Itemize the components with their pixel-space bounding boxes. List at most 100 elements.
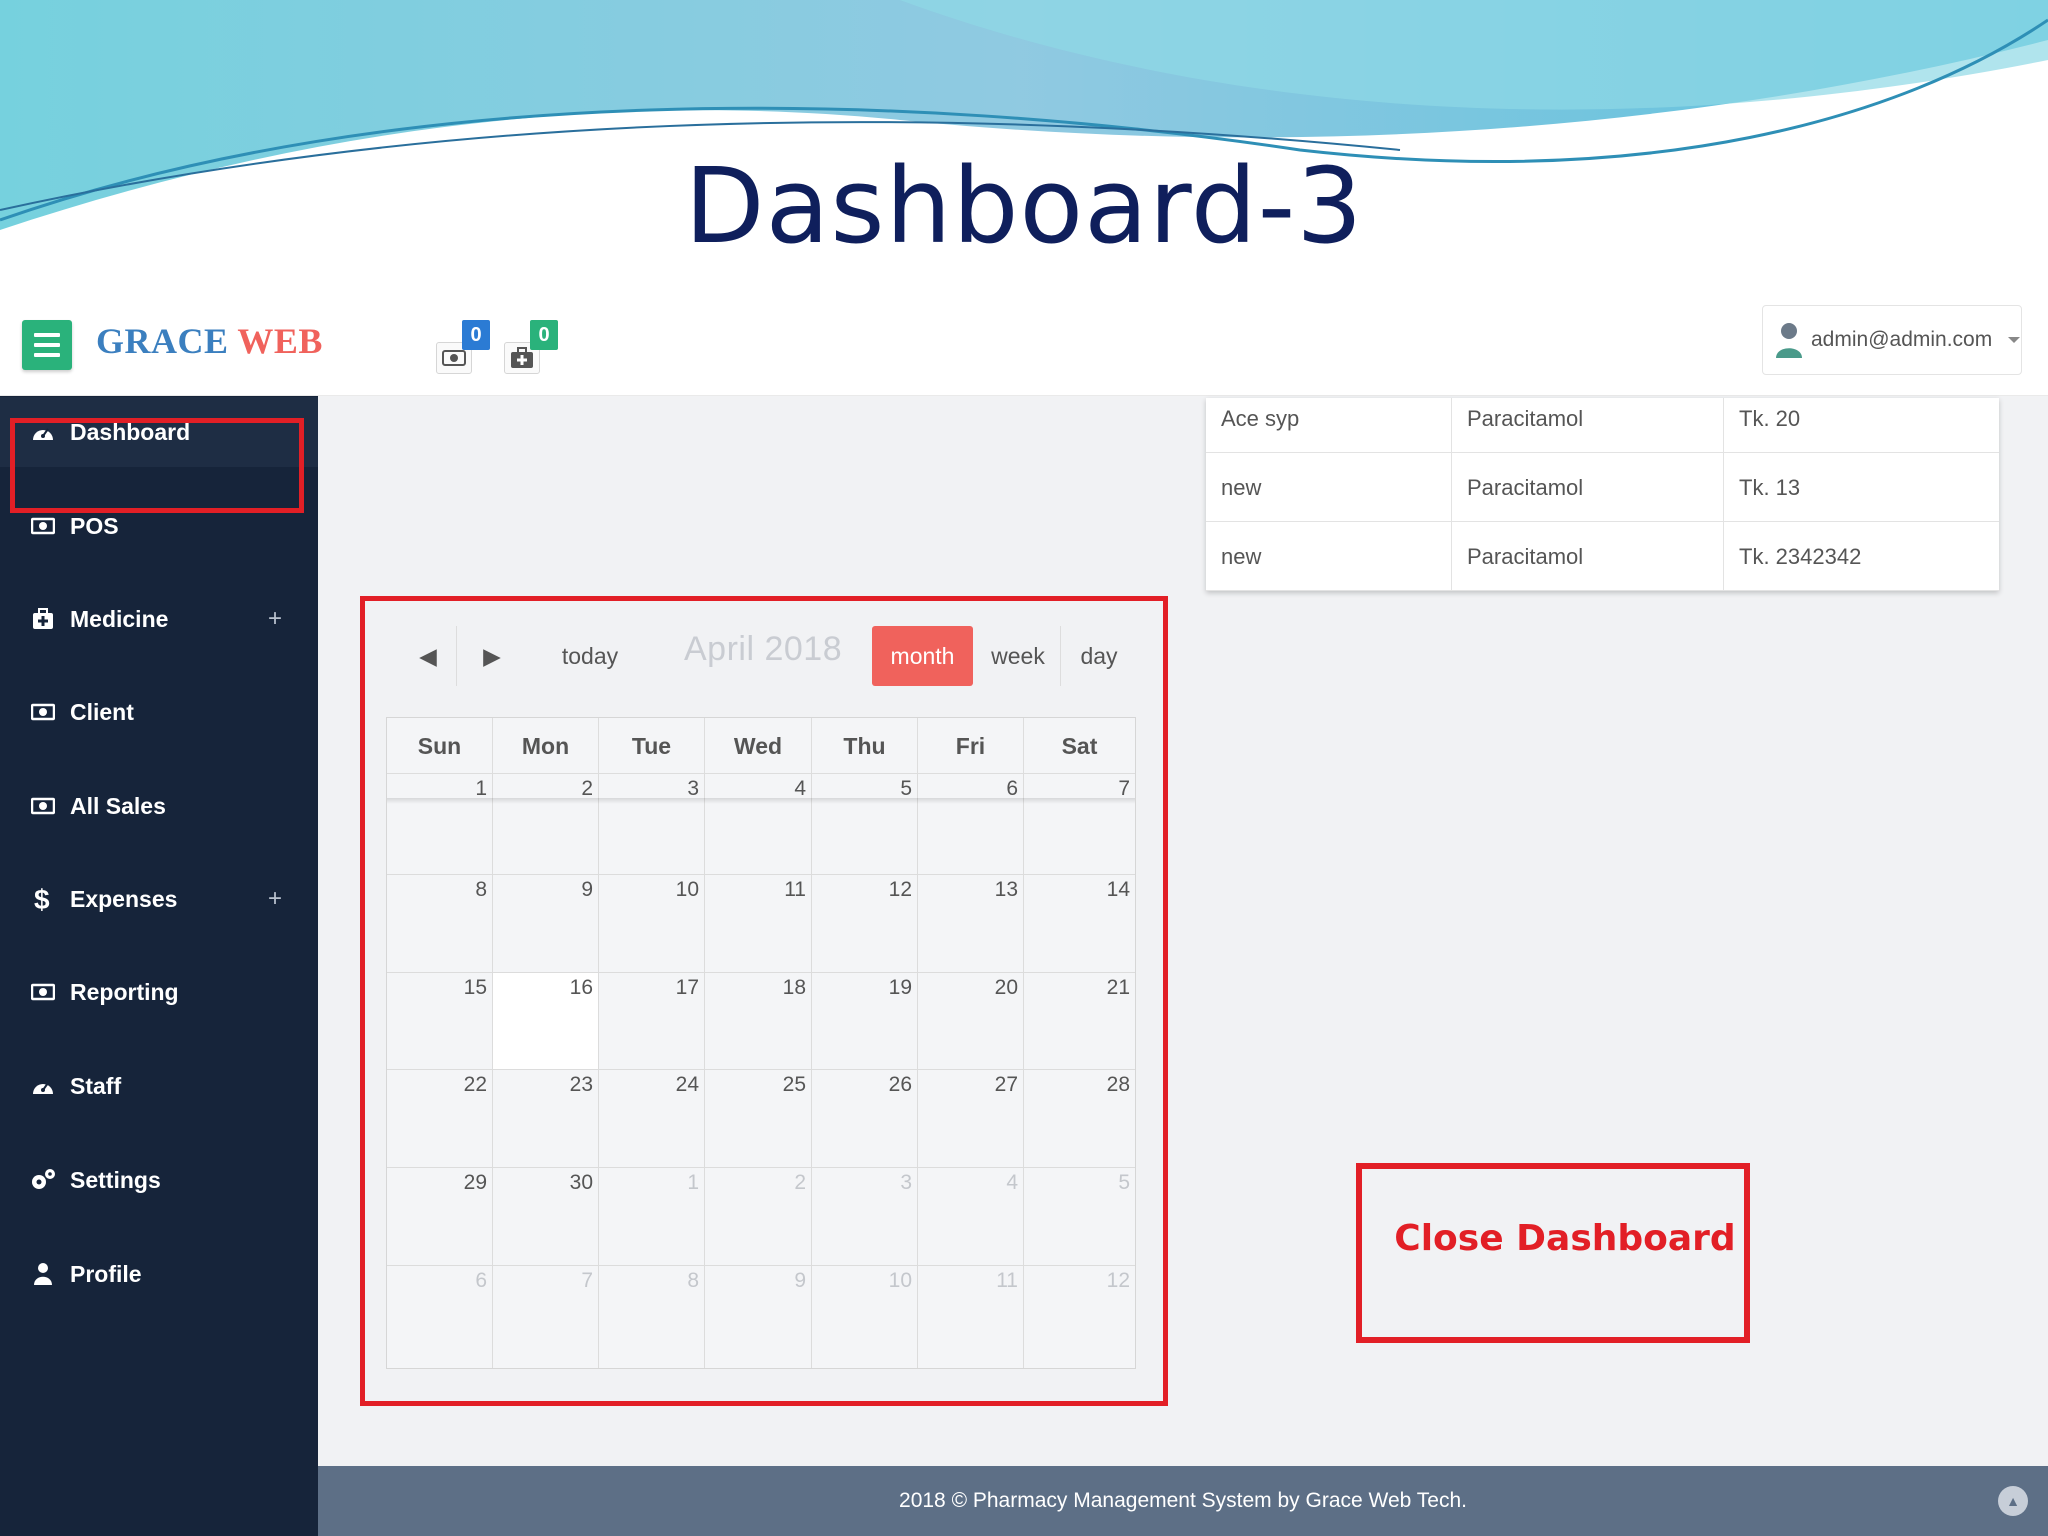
sidebar-item-label: Reporting bbox=[70, 978, 179, 1005]
calendar-day-cell[interactable]: 22 bbox=[387, 1070, 493, 1168]
calendar-day-cell[interactable]: 7 bbox=[493, 1266, 599, 1368]
day-header-thu: Thu bbox=[812, 718, 918, 774]
calendar-day-cell[interactable]: 9 bbox=[493, 875, 599, 973]
calendar-day-cell[interactable]: 24 bbox=[599, 1070, 705, 1168]
day-number: 25 bbox=[782, 1073, 806, 1096]
calendar-grid: Sun Mon Tue Wed Thu Fri Sat 1 2 3 4 5 6 7 8 9 10 11 12 13 14… bbox=[386, 717, 1136, 1369]
calendar-day-cell[interactable]: 16 bbox=[493, 973, 599, 1070]
sidebar-item-staff[interactable]: Staff bbox=[0, 1051, 318, 1121]
calendar-day-cell[interactable]: 17 bbox=[599, 973, 705, 1070]
calendar-day-cell[interactable]: 20 bbox=[918, 973, 1024, 1070]
sidebar-item-profile[interactable]: Profile bbox=[0, 1239, 318, 1309]
gears-icon bbox=[30, 1167, 56, 1193]
user-email: admin@admin.com bbox=[1811, 328, 1993, 351]
sidebar-item-label: POS bbox=[70, 512, 119, 539]
expand-icon[interactable]: + bbox=[268, 605, 282, 633]
sidebar-item-label: Profile bbox=[70, 1260, 142, 1287]
generic-name-cell: Paracitamol bbox=[1452, 453, 1724, 522]
table-row: Ace syp Paracitamol Tk. 20 bbox=[1206, 398, 1999, 453]
calendar-day-cell[interactable]: 15 bbox=[387, 973, 493, 1070]
calendar-day-cell[interactable]: 6 bbox=[918, 774, 1024, 875]
day-number: 23 bbox=[569, 1073, 593, 1096]
day-number: 5 bbox=[1118, 1171, 1130, 1194]
sidebar-item-label: Settings bbox=[70, 1166, 161, 1193]
day-number: 26 bbox=[888, 1073, 912, 1096]
sidebar-item-reporting[interactable]: Reporting bbox=[0, 957, 318, 1027]
day-number: 30 bbox=[569, 1171, 593, 1194]
sidebar-item-medicine[interactable]: Medicine + bbox=[0, 584, 318, 654]
calendar-day-cell[interactable]: 25 bbox=[705, 1070, 812, 1168]
medicine-badge: 0 bbox=[530, 320, 558, 350]
calendar-day-cell[interactable]: 26 bbox=[812, 1070, 918, 1168]
price-cell: Tk. 2342342 bbox=[1739, 544, 1862, 569]
sales-notification-button[interactable]: 0 bbox=[432, 320, 490, 378]
calendar-day-cell[interactable]: 11 bbox=[918, 1266, 1024, 1368]
calendar-day-cell[interactable]: 5 bbox=[812, 774, 918, 875]
medicine-name-cell: new bbox=[1206, 453, 1452, 522]
calendar-day-cell[interactable]: 2 bbox=[493, 774, 599, 875]
day-number: 20 bbox=[994, 976, 1018, 999]
calendar-view-week[interactable]: week bbox=[976, 626, 1061, 686]
calendar-day-cell[interactable]: 7 bbox=[1024, 774, 1135, 875]
calendar-next-button[interactable]: ▶ bbox=[460, 626, 524, 686]
calendar-day-cell[interactable]: 30 bbox=[493, 1168, 599, 1266]
table-row: new Paracitamol Tk. 2342342 bbox=[1206, 522, 1999, 591]
sidebar-item-client[interactable]: Client bbox=[0, 677, 318, 747]
day-number: 4 bbox=[1006, 1171, 1018, 1194]
sidebar-item-all-sales[interactable]: All Sales bbox=[0, 771, 318, 841]
calendar-day-cell[interactable]: 5 bbox=[1024, 1168, 1135, 1266]
calendar-day-cell[interactable]: 19 bbox=[812, 973, 918, 1070]
calendar-day-cell[interactable]: 1 bbox=[387, 774, 493, 875]
calendar-day-cell[interactable]: 13 bbox=[918, 875, 1024, 973]
menu-toggle-button[interactable] bbox=[22, 320, 72, 370]
sidebar-item-label: Expenses bbox=[70, 885, 178, 912]
calendar-day-cell[interactable]: 10 bbox=[599, 875, 705, 973]
expand-icon[interactable]: + bbox=[268, 885, 282, 913]
sidebar-item-expenses[interactable]: $ Expenses + bbox=[0, 864, 318, 934]
calendar-day-cell[interactable]: 23 bbox=[493, 1070, 599, 1168]
day-number: 12 bbox=[1106, 1269, 1130, 1292]
calendar-day-cell[interactable]: 29 bbox=[387, 1168, 493, 1266]
calendar-day-cell[interactable]: 11 bbox=[705, 875, 812, 973]
calendar-view-month[interactable]: month bbox=[872, 626, 973, 686]
calendar-day-cell[interactable]: 28 bbox=[1024, 1070, 1135, 1168]
calendar-day-cell[interactable]: 9 bbox=[705, 1266, 812, 1368]
day-number: 17 bbox=[675, 976, 699, 999]
calendar-day-cell[interactable]: 1 bbox=[599, 1168, 705, 1266]
calendar-day-cell[interactable]: 3 bbox=[599, 774, 705, 875]
price-cell: Tk. 13 bbox=[1739, 475, 1801, 500]
medicine-notification-button[interactable]: 0 bbox=[500, 320, 558, 378]
calendar-day-cell[interactable]: 12 bbox=[1024, 1266, 1135, 1368]
calendar-day-cell[interactable]: 6 bbox=[387, 1266, 493, 1368]
calendar-day-cell[interactable]: 8 bbox=[387, 875, 493, 973]
calendar-day-cell[interactable]: 21 bbox=[1024, 973, 1135, 1070]
brand-part2: WEB bbox=[237, 321, 323, 361]
calendar-view-day[interactable]: day bbox=[1064, 626, 1134, 686]
day-number: 8 bbox=[475, 878, 487, 901]
medicine-table: Ace syp Paracitamol Tk. 20 new Paracitamol Tk… bbox=[1206, 398, 1999, 591]
sidebar-item-settings[interactable]: Settings bbox=[0, 1145, 318, 1215]
calendar-day-cell[interactable]: 27 bbox=[918, 1070, 1024, 1168]
day-number: 27 bbox=[994, 1073, 1018, 1096]
day-number: 8 bbox=[687, 1269, 699, 1292]
calendar-day-cell[interactable]: 18 bbox=[705, 973, 812, 1070]
calendar-day-cell[interactable]: 3 bbox=[812, 1168, 918, 1266]
calendar-day-cell[interactable]: 4 bbox=[705, 774, 812, 875]
day-header-tue: Tue bbox=[599, 718, 705, 774]
brand-logo[interactable]: GRACE WEB bbox=[96, 320, 323, 362]
money-icon bbox=[30, 513, 56, 539]
calendar-day-cell[interactable]: 10 bbox=[812, 1266, 918, 1368]
calendar-day-cell[interactable]: 12 bbox=[812, 875, 918, 973]
slide-title: Dashboard-3 bbox=[684, 145, 1364, 267]
calendar-day-cell[interactable]: 14 bbox=[1024, 875, 1135, 973]
calendar-day-cell[interactable]: 4 bbox=[918, 1168, 1024, 1266]
calendar-prev-button[interactable]: ◀ bbox=[400, 626, 457, 686]
day-number: 2 bbox=[794, 1171, 806, 1194]
day-number: 9 bbox=[581, 878, 593, 901]
calendar-today-button[interactable]: today bbox=[530, 626, 650, 686]
calendar-day-cell[interactable]: 2 bbox=[705, 1168, 812, 1266]
hamburger-icon bbox=[34, 333, 60, 337]
scroll-top-button[interactable]: ▲ bbox=[1998, 1486, 2028, 1516]
user-menu[interactable]: admin@admin.com bbox=[1762, 305, 2022, 375]
calendar-day-cell[interactable]: 8 bbox=[599, 1266, 705, 1368]
